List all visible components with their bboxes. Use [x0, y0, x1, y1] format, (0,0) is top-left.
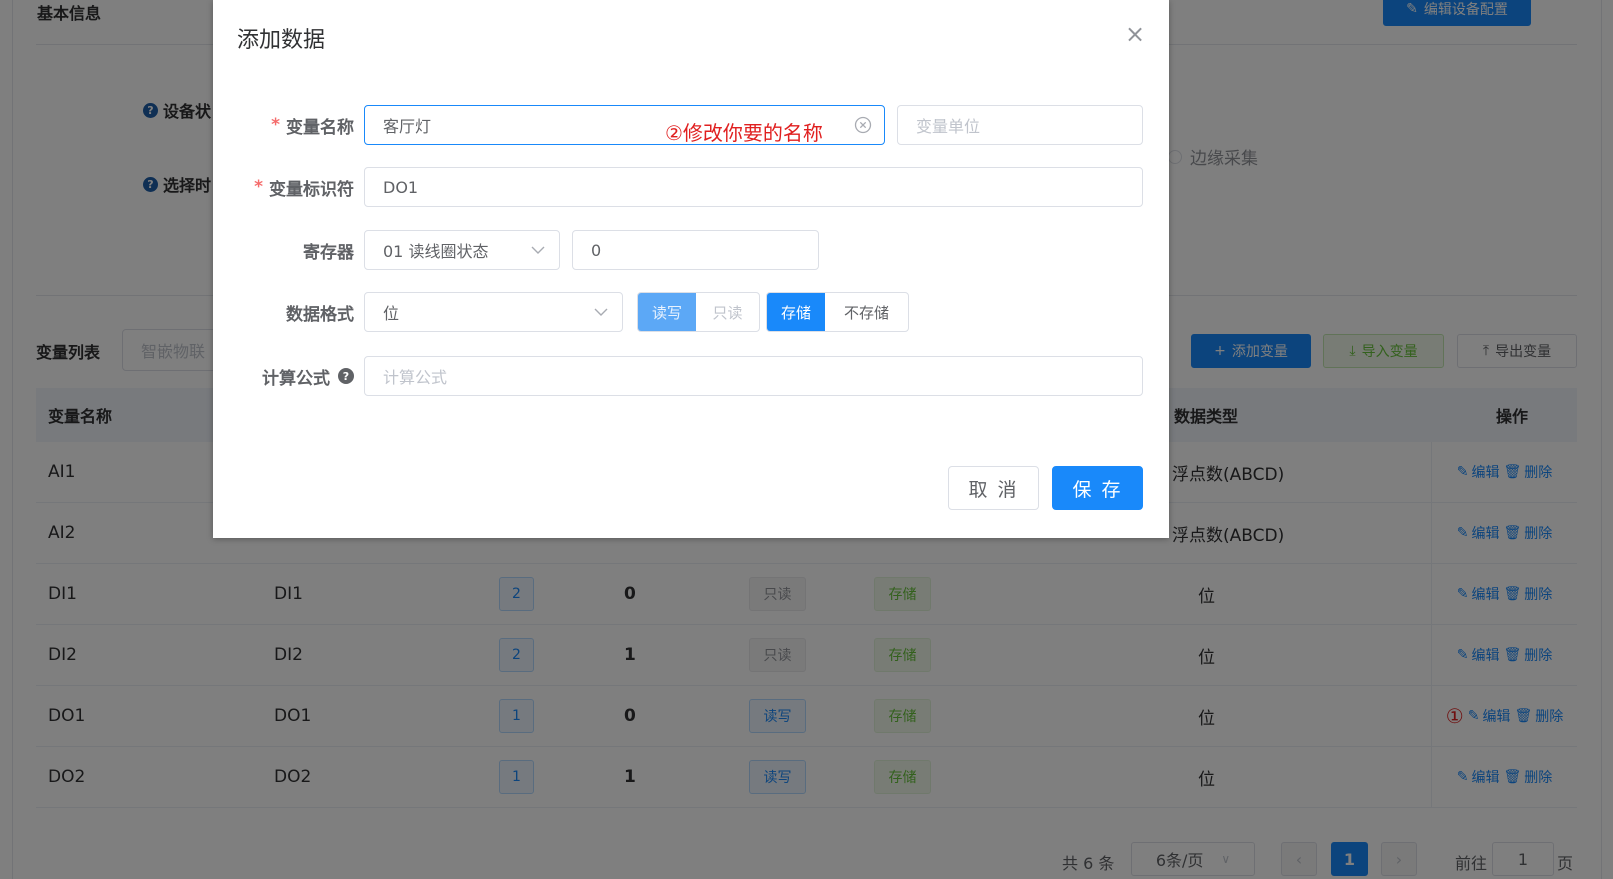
question-circle-icon[interactable]: ?: [338, 368, 354, 384]
var-unit-input[interactable]: 变量单位: [897, 105, 1143, 145]
formula-label: 计算公式 ?: [262, 356, 354, 396]
store-toggle-group: 存储 不存储: [766, 292, 909, 332]
var-name-label: * 变量名称: [271, 115, 354, 138]
data-format-label: 数据格式: [286, 304, 354, 325]
close-icon[interactable]: ×: [1123, 22, 1147, 46]
var-id-label: * 变量标识符: [254, 177, 354, 200]
data-format-select[interactable]: 位: [364, 292, 623, 332]
cancel-button[interactable]: 取 消: [948, 466, 1039, 510]
required-asterisk: *: [254, 177, 263, 197]
register-select[interactable]: 01 读线圈状态: [364, 230, 560, 270]
rw-option-readonly[interactable]: 只读: [696, 293, 759, 331]
chevron-down-icon: [531, 246, 545, 254]
var-name-input[interactable]: 客厅灯 ②修改你要的名称: [364, 105, 885, 145]
register-label: 寄存器: [303, 242, 354, 263]
register-address-input[interactable]: 0: [572, 230, 819, 270]
formula-input[interactable]: 计算公式: [364, 356, 1143, 396]
store-option-store[interactable]: 存储: [767, 293, 825, 331]
clear-circle-icon[interactable]: [854, 116, 872, 134]
add-data-dialog: 添加数据 × * 变量名称 客厅灯 ②修改你要的名称 变量单位 * 变量标识符 …: [213, 0, 1169, 538]
required-asterisk: *: [271, 115, 280, 135]
rw-option-readwrite[interactable]: 读写: [638, 293, 696, 331]
var-id-input[interactable]: DO1: [364, 167, 1143, 207]
chevron-down-icon: [594, 308, 608, 316]
store-option-nostore[interactable]: 不存储: [825, 293, 908, 331]
save-button[interactable]: 保 存: [1052, 466, 1143, 510]
dialog-title: 添加数据: [237, 28, 326, 53]
rw-toggle-group: 读写 只读: [637, 292, 760, 332]
annotation-step-2: ②修改你要的名称: [665, 121, 823, 145]
